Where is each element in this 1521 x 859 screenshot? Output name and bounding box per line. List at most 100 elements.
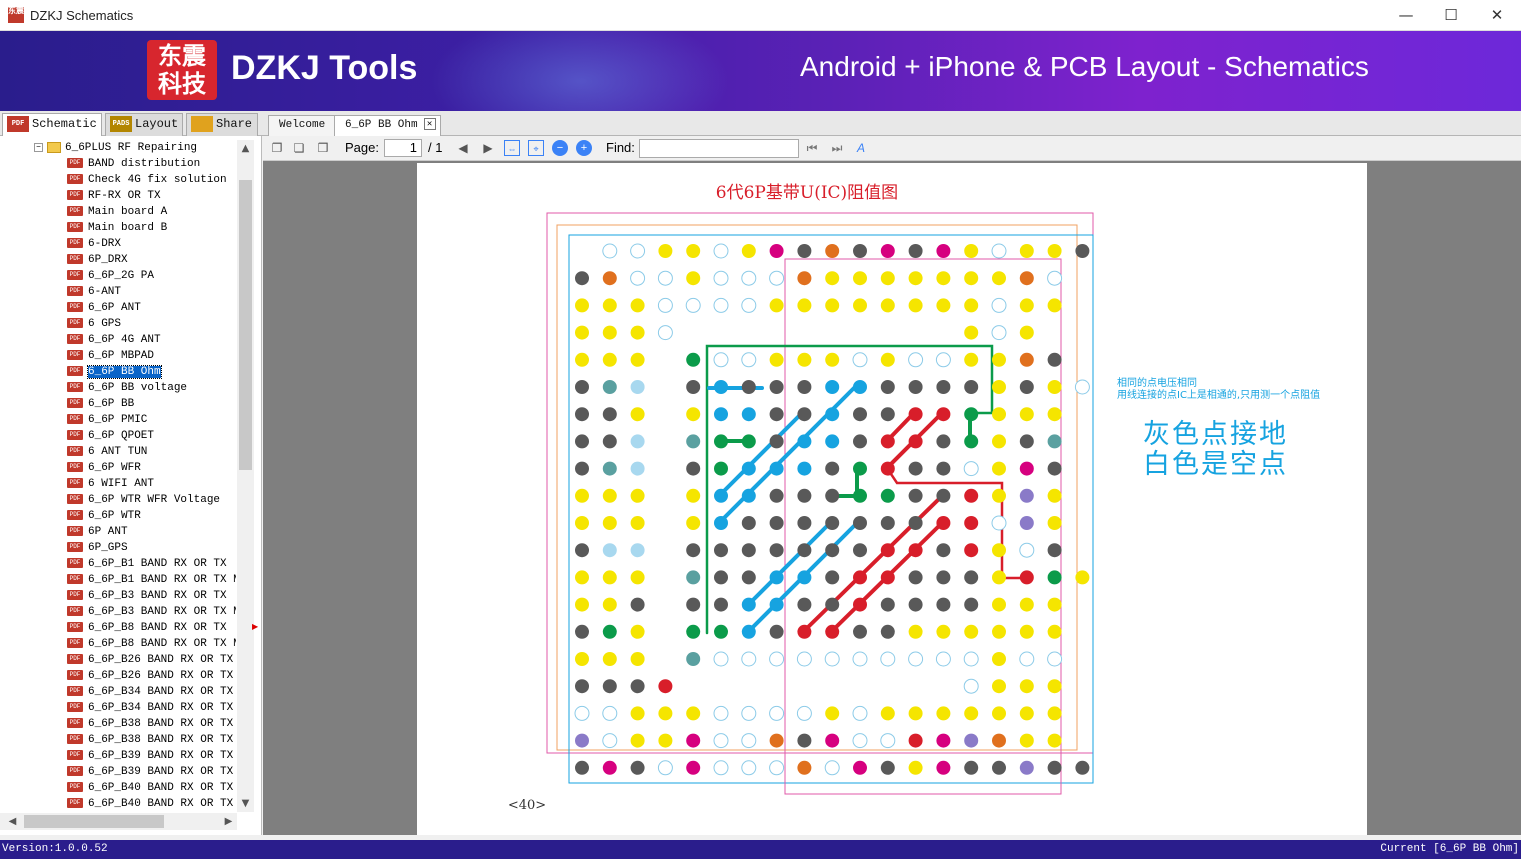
pad-dot <box>714 570 728 585</box>
tree-item[interactable]: PDF 6P_DRX <box>67 252 128 268</box>
pad-dot <box>797 733 812 748</box>
pad-dot <box>1019 352 1034 367</box>
tree-item[interactable]: PDF 6_6P_B3 BAND RX OR TX <box>67 588 227 604</box>
tab-schematic[interactable]: PDF Schematic <box>2 113 102 136</box>
tree-item[interactable]: PDF 6_6P ANT <box>67 300 141 316</box>
tree-item[interactable]: PDF Main board A <box>67 204 167 220</box>
tree-item[interactable]: PDF 6_6P WTR <box>67 508 141 524</box>
tree-item[interactable]: PDF 6_6P_B1 BAND RX OR TX <box>67 556 227 572</box>
prev-page-icon[interactable]: ◀ <box>455 140 471 156</box>
zoom-in-icon[interactable]: + <box>576 140 592 156</box>
pad-dot <box>964 516 979 530</box>
tree-item[interactable]: PDF BAND distribution <box>67 156 200 172</box>
tree-item[interactable]: PDF 6_6P_2G PA <box>67 268 154 284</box>
maximize-button[interactable]: ☐ <box>1428 0 1474 31</box>
tree-item[interactable]: PDF 6_6P BB <box>67 396 134 412</box>
tree-item[interactable]: PDF 6_6P BB Ohm <box>67 364 162 380</box>
tree-item[interactable]: PDF 6_6P_B3 BAND RX OR TX Mai <box>67 604 236 620</box>
pad-dot <box>991 297 1007 313</box>
pad-dot <box>1047 706 1062 721</box>
tree-item[interactable]: PDF 6_6P_B26 BAND RX OR TX <box>67 652 233 668</box>
tree-item[interactable]: PDF 6_6P MBPAD <box>67 348 154 364</box>
scroll-thumb[interactable] <box>239 180 252 470</box>
pad-dot <box>714 488 728 503</box>
pad-dot <box>575 624 589 639</box>
collapse-panel-icon[interactable]: ▶ <box>252 622 260 634</box>
tree-item[interactable]: PDF 6_6P QPOET <box>67 428 154 444</box>
tree-item[interactable]: PDF 6_6P WTR WFR Voltage <box>67 492 220 508</box>
copy-icon[interactable]: ❐ <box>269 140 285 156</box>
scroll-right-icon[interactable]: ▶ <box>220 813 237 830</box>
tree-item[interactable]: PDF 6_6P_B40 BAND RX OR TX Ma <box>67 796 236 812</box>
next-page-icon[interactable]: ▶ <box>480 140 496 156</box>
tab-share[interactable]: Share <box>186 113 258 136</box>
copy-page-icon[interactable]: ❏ <box>291 140 307 156</box>
find-input[interactable] <box>639 139 799 158</box>
pad-dot <box>630 624 645 639</box>
tree-item-label: 6_6P_2G PA <box>88 270 155 282</box>
tree-item[interactable]: PDF 6 GPS <box>67 316 121 332</box>
tree-item[interactable]: PDF 6_6P BB voltage <box>67 380 187 396</box>
copy-all-icon[interactable]: ❒ <box>315 140 331 156</box>
tree-item[interactable]: PDF 6P_GPS <box>67 540 128 556</box>
tab-layout[interactable]: PADS Layout <box>105 113 183 136</box>
pad-dot <box>1019 570 1034 585</box>
tree-item[interactable]: PDF 6-ANT <box>67 284 121 300</box>
scroll-left-icon[interactable]: ◀ <box>4 813 21 830</box>
tree-item[interactable]: PDF 6_6P_B39 BAND RX OR TX Ma <box>67 764 236 780</box>
tree-item[interactable]: PDF 6_6P PMIC <box>67 412 147 428</box>
scroll-down-icon[interactable]: ▼ <box>237 795 254 812</box>
vertical-scrollbar[interactable]: ▲ ▼ <box>237 140 254 812</box>
collapse-icon[interactable]: − <box>34 142 43 152</box>
tree-root[interactable]: − 6_6PLUS RF Repairing <box>34 140 197 156</box>
pad-dot <box>1047 543 1062 558</box>
tree-item[interactable]: PDF 6_6P_B34 BAND RX OR TX Ma <box>67 700 236 716</box>
pad-dot <box>714 516 728 530</box>
pad-dot <box>936 624 951 639</box>
pad-dot <box>713 733 729 749</box>
doc-tab-welcome[interactable]: Welcome <box>268 115 337 136</box>
tree-item[interactable]: PDF Main board B <box>67 220 167 236</box>
document-viewer[interactable]: 6代6P基带U(IC)阻值图 相同的点电压相同 用线连接的点IC上是相通的,只用… <box>263 161 1521 835</box>
zoom-out-icon[interactable]: − <box>552 140 568 156</box>
horizontal-scrollbar[interactable]: ◀ ▶ <box>0 813 237 830</box>
pad-dot <box>630 243 646 259</box>
tree-item[interactable]: PDF Check 4G fix solution <box>67 172 227 188</box>
tree-item[interactable]: PDF 6_6P WFR <box>67 460 141 476</box>
pad-dot <box>769 488 784 503</box>
pad-dot <box>630 380 645 394</box>
tree-item[interactable]: PDF 6_6P_B8 BAND RX OR TX <box>67 620 227 636</box>
tree-item-label: 6_6P 4G ANT <box>88 334 161 346</box>
tree-item[interactable]: PDF 6 ANT TUN <box>67 444 147 460</box>
pad-dot <box>686 461 701 476</box>
tree-item[interactable]: PDF 6_6P_B26 BAND RX OR TX Ma <box>67 668 236 684</box>
scroll-up-icon[interactable]: ▲ <box>237 140 254 157</box>
hscroll-thumb[interactable] <box>24 815 164 828</box>
pad-dot <box>853 570 867 585</box>
tree-item[interactable]: PDF RF-RX OR TX <box>67 188 161 204</box>
tree-item[interactable]: PDF 6_6P_B39 BAND RX OR TX <box>67 748 233 764</box>
doc-tab-current[interactable]: 6_6P BB Ohm ✕ <box>334 115 441 136</box>
minimize-button[interactable]: — <box>1383 0 1429 31</box>
pad-dot <box>1019 298 1034 313</box>
page-input[interactable]: 1 <box>384 139 422 157</box>
tree-item[interactable]: PDF 6_6P_B8 BAND RX OR TX Mai <box>67 636 236 652</box>
tree-item[interactable]: PDF 6_6P_B38 BAND RX OR TX Ma <box>67 732 236 748</box>
fit-page-icon[interactable]: ⌖ <box>528 140 544 156</box>
tree-item[interactable]: PDF 6_6P_B34 BAND RX OR TX <box>67 684 233 700</box>
find-next-icon[interactable]: ⏭ <box>829 140 845 156</box>
fit-width-icon[interactable]: ⇔ <box>504 140 520 156</box>
tree-item[interactable]: PDF 6_6P 4G ANT <box>67 332 161 348</box>
highlight-text-icon[interactable]: A <box>853 140 869 156</box>
tree-item[interactable]: PDF 6P ANT <box>67 524 128 540</box>
tree-item[interactable]: PDF 6_6P_B40 BAND RX OR TX <box>67 780 233 796</box>
tree-item[interactable]: PDF 6-DRX <box>67 236 121 252</box>
tree-item[interactable]: PDF 6_6P_B38 BAND RX OR TX <box>67 716 233 732</box>
tree-item[interactable]: PDF 6 WIFI ANT <box>67 476 154 492</box>
find-prev-icon[interactable]: ⏮ <box>804 140 820 156</box>
close-button[interactable]: ✕ <box>1474 0 1520 31</box>
pad-dot <box>714 597 728 612</box>
tree-item[interactable]: PDF 6_6P_B1 BAND RX OR TX Mai <box>67 572 236 588</box>
close-tab-icon[interactable]: ✕ <box>423 118 436 131</box>
routing-frames <box>546 212 1094 795</box>
